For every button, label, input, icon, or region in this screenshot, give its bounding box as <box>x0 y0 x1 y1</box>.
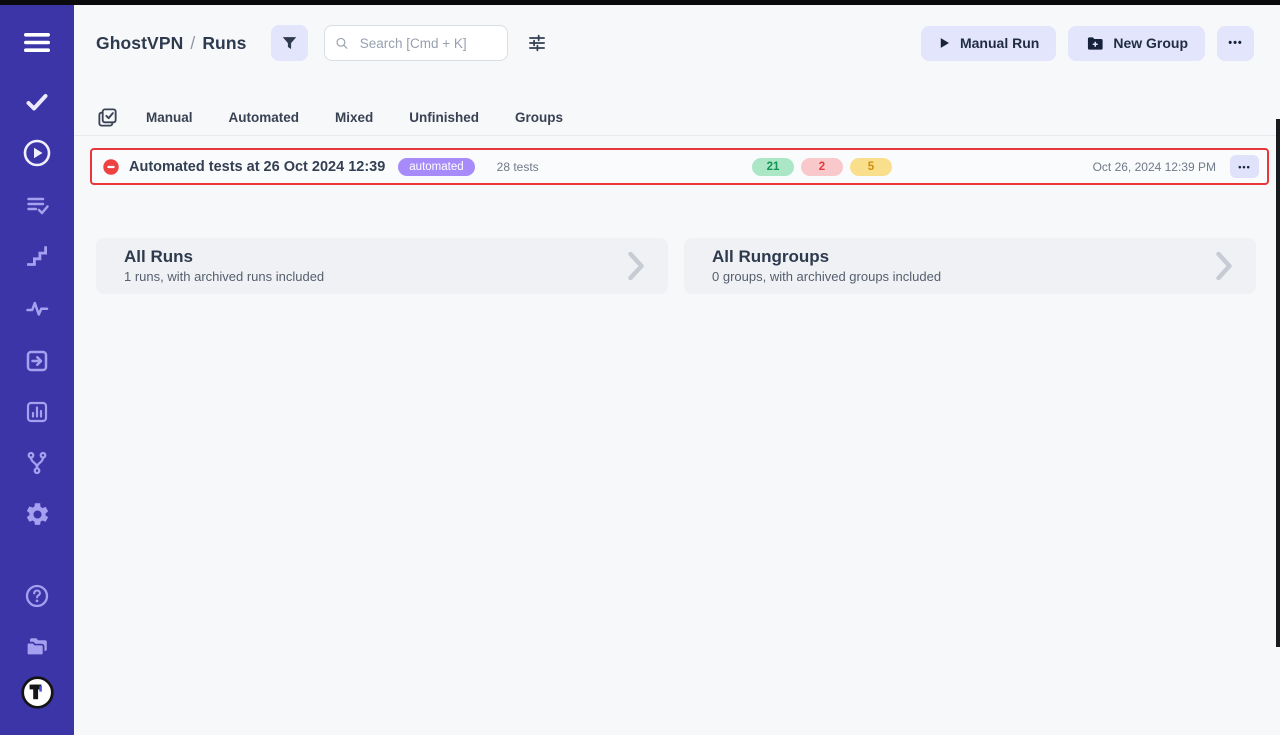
all-rungroups-subtitle: 0 groups, with archived groups included <box>712 269 941 284</box>
run-title: Automated tests at 26 Oct 2024 12:39 <box>129 159 385 175</box>
breadcrumb-project[interactable]: GhostVPN <box>96 33 183 53</box>
activity-icon[interactable] <box>0 296 74 321</box>
page-header: GhostVPN / Runs <box>74 5 1280 136</box>
manual-run-label: Manual Run <box>960 35 1039 51</box>
all-runs-title: All Runs <box>124 248 324 267</box>
run-timestamp: Oct 26, 2024 12:39 PM <box>1093 160 1216 174</box>
passed-pill: 21 <box>752 158 794 176</box>
import-icon[interactable] <box>0 348 74 374</box>
tab-mixed[interactable]: Mixed <box>335 110 373 125</box>
adjustments-icon[interactable] <box>527 33 547 53</box>
skipped-pill: 5 <box>850 158 892 176</box>
breadcrumb-separator: / <box>190 33 195 53</box>
run-result-pills: 21 2 5 <box>752 158 892 176</box>
all-rungroups-title: All Rungroups <box>712 248 941 267</box>
tab-manual[interactable]: Manual <box>146 110 193 125</box>
filter-button[interactable] <box>271 25 308 61</box>
play-icon <box>938 36 951 50</box>
sidebar <box>0 5 74 735</box>
ellipsis-icon: ••• <box>1238 162 1250 172</box>
steps-icon[interactable] <box>0 244 74 269</box>
bar-chart-icon[interactable] <box>0 399 74 425</box>
app-logo[interactable] <box>0 676 74 709</box>
window-right-edge <box>1276 119 1280 647</box>
new-group-button[interactable]: New Group <box>1068 26 1205 61</box>
app-screen: GhostVPN / Runs <box>0 0 1280 735</box>
all-rungroups-card[interactable]: All Rungroups 0 groups, with archived gr… <box>684 238 1256 294</box>
run-list-item[interactable]: Automated tests at 26 Oct 2024 12:39 aut… <box>90 148 1269 185</box>
manual-run-button[interactable]: Manual Run <box>921 26 1056 61</box>
branch-icon[interactable] <box>0 450 74 476</box>
menu-icon[interactable] <box>0 32 74 53</box>
breadcrumb: GhostVPN / Runs <box>96 33 246 54</box>
select-all-icon[interactable] <box>96 106 119 129</box>
list-check-icon[interactable] <box>0 193 74 218</box>
search-icon <box>335 35 349 52</box>
all-runs-subtitle: 1 runs, with archived runs included <box>124 269 324 284</box>
tab-groups[interactable]: Groups <box>515 110 563 125</box>
search-box <box>324 25 508 61</box>
funnel-icon <box>280 34 299 53</box>
chevron-right-icon <box>1214 250 1234 282</box>
status-failed-icon <box>103 159 119 175</box>
run-more-button[interactable]: ••• <box>1230 155 1259 178</box>
help-icon[interactable] <box>0 583 74 609</box>
breadcrumb-page: Runs <box>202 33 246 53</box>
run-tests-count: 28 tests <box>497 160 539 174</box>
runs-tabs: Manual Automated Mixed Unfinished Groups <box>96 103 563 131</box>
all-runs-card[interactable]: All Runs 1 runs, with archived runs incl… <box>96 238 668 294</box>
window-top-edge <box>0 0 1280 5</box>
settings-gear-icon[interactable] <box>0 501 74 528</box>
folders-icon[interactable] <box>0 635 74 661</box>
search-input[interactable] <box>358 35 498 52</box>
new-group-label: New Group <box>1113 35 1188 51</box>
tab-automated[interactable]: Automated <box>229 110 300 125</box>
folder-plus-icon <box>1085 35 1104 52</box>
chevron-right-icon <box>626 250 646 282</box>
play-circle-icon[interactable] <box>0 138 74 168</box>
tab-unfinished[interactable]: Unfinished <box>409 110 479 125</box>
failed-pill: 2 <box>801 158 843 176</box>
checks-icon[interactable] <box>0 89 74 115</box>
ellipsis-icon: ••• <box>1228 37 1243 49</box>
header-more-button[interactable]: ••• <box>1217 26 1254 61</box>
run-type-badge: automated <box>398 158 474 176</box>
